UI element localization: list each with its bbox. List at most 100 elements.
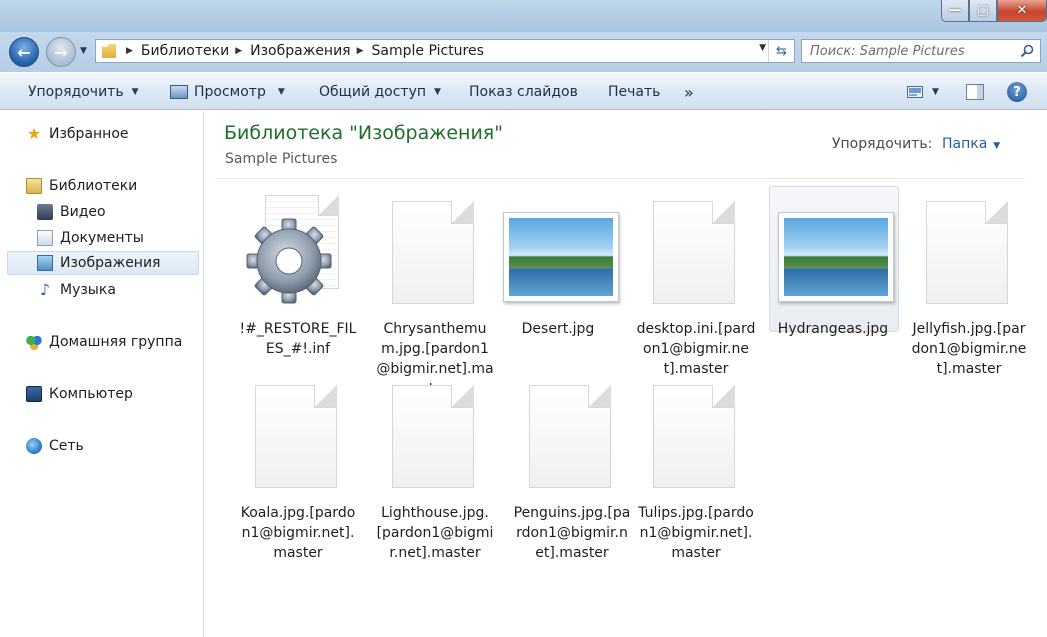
arrange-by-dropdown[interactable]: Папка ▼ [942, 136, 1000, 152]
folder-icon [102, 44, 116, 58]
share-button[interactable]: Общий доступ ▼ [319, 73, 441, 111]
help-icon: ? [1007, 82, 1027, 102]
file-item[interactable]: Chrysanthemum.jpg.[pardon1@bigmir.net].m… [370, 195, 500, 399]
star-icon: ★ [26, 124, 42, 143]
file-thumbnail [914, 195, 1024, 305]
close-icon: ✕ [1016, 3, 1028, 18]
address-dropdown-icon[interactable]: ▼ [759, 43, 766, 53]
file-item[interactable]: Tulips.jpg.[pardon1@bigmir.net].master [631, 379, 761, 563]
organize-label: Упорядочить [28, 84, 124, 100]
minimize-button[interactable]: — [941, 0, 969, 22]
page-fold-icon [712, 385, 735, 408]
address-bar[interactable]: ▶ Библиотеки ▶ Изображения ▶ Sample Pict… [95, 39, 795, 63]
preview-pane-button[interactable] [963, 81, 987, 103]
sidebar-item-libraries[interactable]: Библиотеки [26, 174, 137, 198]
file-name: Lighthouse.jpg.[pardon1@bigmir.net].mast… [376, 505, 494, 561]
file-thumbnail [641, 379, 751, 489]
sidebar-item-homegroup[interactable]: Домашняя группа [26, 330, 182, 354]
help-button[interactable]: ? [1005, 81, 1029, 103]
chevron-down-icon: ▼ [434, 87, 441, 97]
documents-library-icon [37, 230, 53, 246]
file-name: Desert.jpg [521, 321, 595, 337]
file-item-selected[interactable]: Hydrangeas.jpg [768, 186, 899, 339]
print-button[interactable]: Печать [608, 73, 660, 111]
file-name: Jellyfish.jpg.[pardon1@bigmir.net].maste… [911, 321, 1027, 377]
sidebar-item-pictures[interactable]: Изображения [7, 251, 199, 275]
sidebar-item-network[interactable]: Сеть [26, 434, 84, 458]
recent-pages-dropdown[interactable]: ▼ [80, 46, 87, 56]
file-thumbnail [380, 195, 490, 305]
file-item[interactable]: Penguins.jpg.[pardon1@bigmir.net].master [507, 379, 637, 563]
refresh-icon: ⇆ [776, 43, 787, 59]
page-subtitle: Sample Pictures [225, 151, 338, 167]
breadcrumb-pictures[interactable]: Изображения [250, 43, 350, 59]
breadcrumb-sample-pictures[interactable]: Sample Pictures [372, 43, 484, 59]
file-item[interactable]: Lighthouse.jpg.[pardon1@bigmir.net].mast… [370, 379, 500, 563]
slideshow-label: Показ слайдов [469, 84, 578, 100]
arrow-left-icon: ← [17, 42, 31, 62]
chevron-right-icon[interactable]: ▶ [126, 46, 133, 56]
file-item[interactable]: desktop.ini.[pardon1@bigmir.net].master [631, 195, 761, 379]
file-name: Koala.jpg.[pardon1@bigmir.net].master [240, 505, 356, 561]
file-thumbnail [517, 379, 627, 489]
page-fold-icon [451, 201, 474, 224]
more-commands-button[interactable]: » [684, 73, 694, 111]
computer-icon [26, 386, 42, 402]
file-thumbnail [243, 379, 353, 489]
file-item[interactable]: !#_RESTORE_FILES_#!.inf [233, 195, 363, 359]
file-name: Penguins.jpg.[pardon1@bigmir.net].master [513, 505, 631, 561]
back-button[interactable]: ← [9, 37, 39, 67]
refresh-button[interactable]: ⇆ [768, 40, 794, 62]
maximize-button[interactable]: ▢ [969, 0, 997, 22]
file-thumbnail [243, 195, 353, 305]
breadcrumb: ▶ Библиотеки ▶ Изображения ▶ Sample Pict… [120, 43, 484, 59]
sidebar-item-computer[interactable]: Компьютер [26, 382, 133, 406]
file-name: Hydrangeas.jpg [777, 321, 889, 337]
gear-icon [246, 218, 332, 304]
page-fold-icon [712, 201, 735, 224]
file-item[interactable]: Koala.jpg.[pardon1@bigmir.net].master [233, 379, 363, 563]
sidebar-item-video[interactable]: Видео [37, 200, 106, 224]
page-fold-icon [314, 385, 337, 408]
arrange-by-value: Папка [942, 136, 988, 152]
navigation-pane: ★ Избранное Библиотеки Видео Документы И… [0, 111, 204, 637]
pictures-library-icon [37, 255, 53, 271]
minimize-icon: — [948, 3, 962, 18]
breadcrumb-libraries[interactable]: Библиотеки [141, 43, 229, 59]
page-fold-icon [985, 201, 1008, 224]
arrange-by-label: Упорядочить: [832, 136, 933, 152]
photo-thumbnail [503, 212, 619, 302]
change-view-button[interactable]: ▼ [903, 81, 943, 103]
command-bar: Упорядочить ▼ Просмотр ▼ Общий доступ ▼ Пок… [0, 72, 1047, 110]
sidebar-item-documents[interactable]: Документы [37, 226, 144, 250]
chevron-right-icon[interactable]: ▶ [235, 46, 242, 56]
organize-button[interactable]: Упорядочить ▼ [28, 73, 139, 111]
window-controls: — ▢ ✕ [941, 0, 1047, 22]
preview-pane-icon [966, 84, 984, 100]
sidebar-item-music[interactable]: ♪ Музыка [37, 278, 116, 302]
chevron-double-right-icon: » [684, 82, 694, 102]
search-icon[interactable] [1020, 44, 1034, 58]
photo-thumbnail [778, 212, 894, 302]
sidebar-item-label: Библиотеки [49, 178, 138, 194]
forward-button[interactable]: → [46, 37, 76, 67]
chevron-down-icon: ▼ [993, 141, 1001, 151]
close-button[interactable]: ✕ [997, 0, 1047, 22]
header-divider [215, 178, 1025, 179]
search-input[interactable] [810, 41, 1020, 61]
sidebar-item-label: Сеть [49, 438, 84, 454]
view-button[interactable]: Просмотр ▼ [170, 73, 285, 111]
file-item[interactable]: Jellyfish.jpg.[pardon1@bigmir.net].maste… [904, 195, 1034, 379]
chevron-right-icon[interactable]: ▶ [357, 46, 364, 56]
title-bar: — ▢ ✕ [0, 0, 1047, 32]
print-label: Печать [608, 84, 661, 100]
file-item[interactable]: Desert.jpg [493, 195, 623, 339]
arrow-right-icon: → [54, 42, 68, 62]
chevron-down-icon: ▼ [277, 87, 285, 97]
sidebar-item-favorites[interactable]: ★ Избранное [26, 122, 129, 146]
music-note-icon: ♪ [39, 280, 51, 299]
slideshow-button[interactable]: Показ слайдов [469, 73, 578, 111]
file-thumbnail [641, 195, 751, 305]
file-thumbnail [497, 195, 619, 305]
chevron-down-icon: ▼ [932, 87, 939, 97]
